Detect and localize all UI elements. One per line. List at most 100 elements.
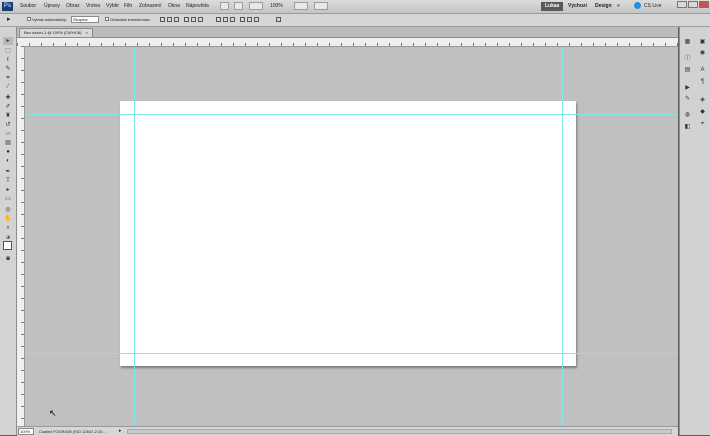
transform-controls-label: Ovladače transformací [110,17,151,22]
workspace-default[interactable]: Výchozí [564,2,591,11]
workspace-design[interactable]: Design [591,2,616,11]
distribute-right-icon[interactable] [254,17,259,22]
blur-tool-icon[interactable]: ● [3,148,13,156]
pasteboard[interactable]: ↖ [25,47,678,426]
type-tool-icon[interactable]: T [3,177,13,185]
paths-icon[interactable]: ⌖ [698,121,707,128]
guide-horizontal[interactable] [25,114,678,115]
bridge-icon[interactable] [220,2,229,10]
hand-tool-icon[interactable]: ✋ [3,215,13,223]
color-icon[interactable]: ◉ [698,50,707,57]
menu-help[interactable]: Nápověda [186,3,209,9]
actions-icon[interactable]: ▶ [683,85,692,92]
minimize-button[interactable] [677,1,687,8]
align-vcenter-icon[interactable] [167,17,172,22]
options-bar: ▸ Vybrat automaticky: Skupina Ovladače t… [0,14,710,27]
gradient-tool-icon[interactable]: ▤ [3,139,13,147]
zoom-tool-icon[interactable]: ⌕ [3,224,13,232]
auto-select-dropdown[interactable]: Skupina [71,16,99,23]
navigator-icon[interactable]: ▣ [698,39,707,46]
ruler-vertical[interactable] [17,46,25,426]
workspace-lukas[interactable]: Lukas [541,2,564,11]
distribute-hcenter-icon[interactable] [247,17,252,22]
move-tool-icon[interactable]: ▸ [3,37,13,45]
document-tab-bar: Bez názvu-1 @ 100% (CMYK/8) × [17,27,678,38]
layers-icon[interactable]: ◈ [698,97,707,104]
mouse-cursor-icon: ↖ [49,408,57,418]
clone-stamp-tool-icon[interactable]: ♜ [3,112,13,120]
pen-tool-icon[interactable]: ✒ [3,168,13,176]
document-tab[interactable]: Bez názvu-1 @ 100% (CMYK/8) × [19,28,93,37]
align-right-icon[interactable] [198,17,203,22]
marquee-tool-icon[interactable]: ⬚ [3,47,13,55]
foreground-color-swatch[interactable] [3,241,12,250]
horizontal-scrollbar[interactable] [127,429,672,434]
clone-source-icon[interactable]: ◍ [683,112,692,119]
zoom-field[interactable]: 100% [18,428,34,435]
arrange-documents-icon[interactable] [294,2,308,10]
paragraph-icon[interactable]: ¶ [698,79,707,86]
close-button[interactable] [699,1,709,8]
menu-layer[interactable]: Vrstva [86,3,100,9]
status-menu-arrow-icon[interactable]: ▸ [119,428,122,434]
brush-presets-icon[interactable]: ✎ [683,96,692,103]
cs-live-menu[interactable]: CS Live [644,3,662,9]
character-icon[interactable]: A [698,67,707,74]
guide-vertical[interactable] [562,47,563,426]
ruler-horizontal[interactable] [17,38,678,47]
workspace-more[interactable]: » [613,2,624,11]
document-tab-title: Bez názvu-1 @ 100% (CMYK/8) [24,30,82,35]
3d-rotate-tool-icon[interactable]: ◎ [3,206,13,214]
channels-icon[interactable]: ◆ [698,109,707,116]
guide-vertical[interactable] [134,47,135,426]
distribute-top-icon[interactable] [216,17,221,22]
align-bottom-icon[interactable] [174,17,179,22]
menu-edit[interactable]: Úpravy [44,3,60,9]
distribute-vcenter-icon[interactable] [223,17,228,22]
panel-dock-collapsed-secondary: ▣ ◉ A ¶ ◈ ◆ ⌖ [695,27,710,435]
align-hcenter-icon[interactable] [191,17,196,22]
history-brush-tool-icon[interactable]: ↺ [3,121,13,129]
photoshop-logo: Ps [2,2,13,11]
histogram-icon[interactable]: ▦ [683,39,692,46]
document-canvas[interactable] [120,101,576,366]
menu-window[interactable]: Okna [168,3,180,9]
menu-image[interactable]: Obraz [66,3,80,9]
eraser-tool-icon[interactable]: ▱ [3,130,13,138]
masks-icon[interactable]: ◧ [683,124,692,131]
distribute-left-icon[interactable] [240,17,245,22]
align-left-icon[interactable] [184,17,189,22]
menu-file[interactable]: Soubor [20,3,36,9]
panel-dock-collapsed: ▦ ⓘ ▤ ▶ ✎ ◍ ◧ [679,27,696,435]
lasso-tool-icon[interactable]: ℓ [3,56,13,64]
close-tab-icon[interactable]: × [86,30,88,35]
crop-tool-icon[interactable]: ⌗ [3,74,13,82]
mini-bridge-icon[interactable] [234,2,243,10]
auto-select-checkbox[interactable] [27,17,31,21]
menu-filter[interactable]: Filtr [124,3,132,9]
document-profile-info[interactable]: Coated FOGRA39 (ISO 12647-2:20... [39,429,106,434]
view-extras-icon[interactable] [249,2,263,10]
align-top-icon[interactable] [160,17,165,22]
healing-brush-tool-icon[interactable]: ✚ [3,94,13,102]
info-icon[interactable]: ⓘ [683,56,692,63]
distribute-bottom-icon[interactable] [230,17,235,22]
brush-tool-icon[interactable]: ✐ [3,103,13,111]
dodge-tool-icon[interactable]: ◐ [3,157,13,165]
default-colors-icon[interactable]: ◪ [3,233,13,241]
transform-controls-checkbox[interactable] [105,17,109,21]
zoom-level[interactable]: 100% [270,3,283,9]
maximize-button[interactable] [688,1,698,8]
guide-horizontal[interactable] [25,353,678,354]
rectangle-tool-icon[interactable]: ▭ [3,195,13,203]
history-panel-icon[interactable]: ▤ [683,67,692,74]
quick-select-tool-icon[interactable]: ✎ [3,65,13,73]
quick-mask-icon[interactable]: ◙ [3,255,13,263]
screen-mode-icon[interactable] [314,2,328,10]
path-selection-tool-icon[interactable]: ▸ [3,186,13,194]
auto-align-layers-icon[interactable] [276,17,281,22]
move-tool-preset-icon[interactable]: ▸ [7,15,12,23]
menu-select[interactable]: Výběr [106,3,119,9]
menu-view[interactable]: Zobrazení [139,3,162,9]
eyedropper-tool-icon[interactable]: ⁄ [3,83,13,91]
